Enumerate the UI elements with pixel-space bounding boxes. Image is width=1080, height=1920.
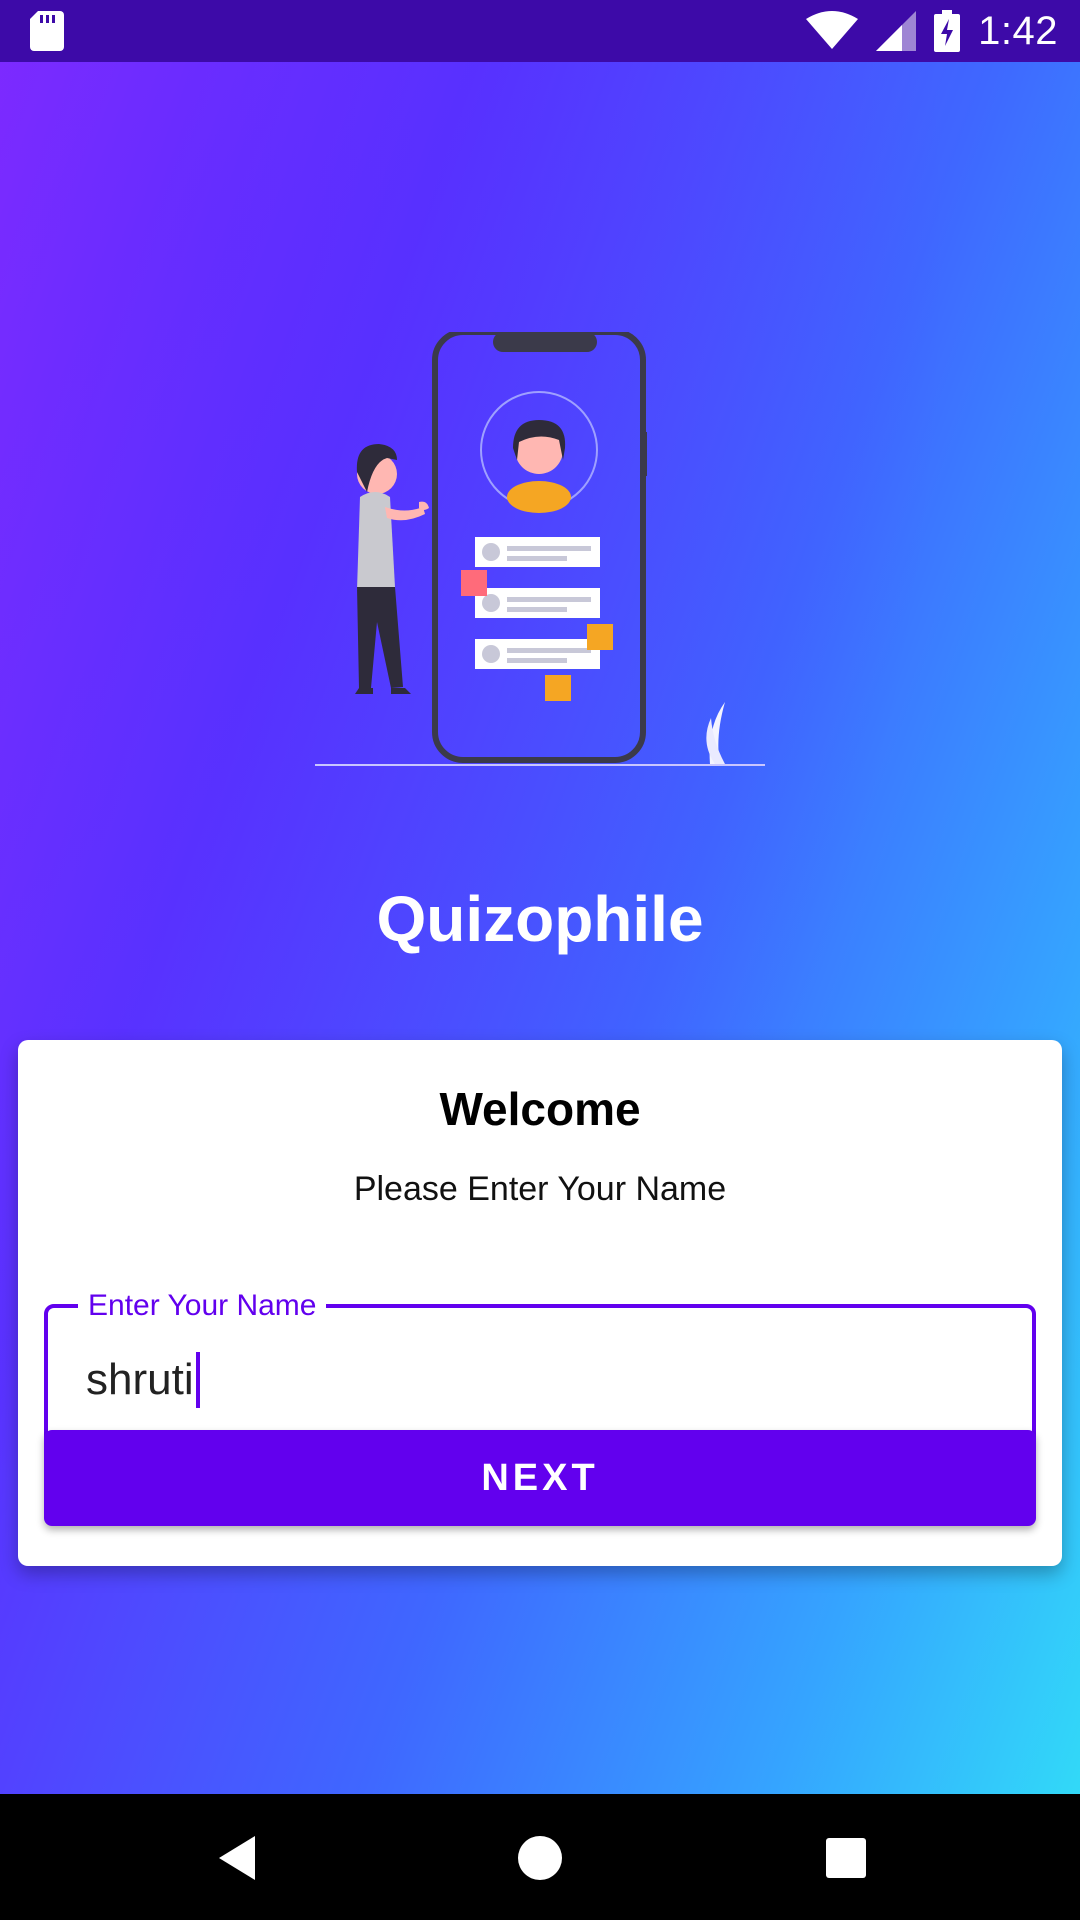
name-input-value: shruti [86,1355,194,1404]
name-input-label: Enter Your Name [78,1286,327,1326]
card-subtitle: Please Enter Your Name [353,1170,727,1208]
recents-icon[interactable] [822,1834,870,1882]
home-icon[interactable] [516,1834,564,1882]
app-title: Quizophile [376,883,704,955]
text-cursor [195,1352,200,1408]
next-button[interactable]: NEXT [44,1430,1036,1526]
name-input-field[interactable]: Enter Your Name shruti [44,1286,1036,1450]
welcome-card: Welcome Please Enter Your Name Enter You… [18,1040,1062,1566]
name-input[interactable]: shruti [86,1352,200,1408]
status-left [30,11,64,51]
signal-icon [876,11,917,51]
card-title: Welcome [439,1083,641,1135]
navigation-bar [0,1794,1080,1920]
person-with-phone-quiz-illustration [315,332,765,766]
battery-charging-icon [934,10,961,52]
app-screen: Quizophile Welcome Please Enter Your Nam… [0,62,1080,1794]
back-icon[interactable] [215,1834,263,1882]
wifi-icon [806,11,859,49]
status-bar: 1:42 [0,0,1080,62]
status-time: 1:42 [978,8,1058,53]
sd-card-icon [30,11,64,51]
status-right: 1:42 [806,9,1058,54]
